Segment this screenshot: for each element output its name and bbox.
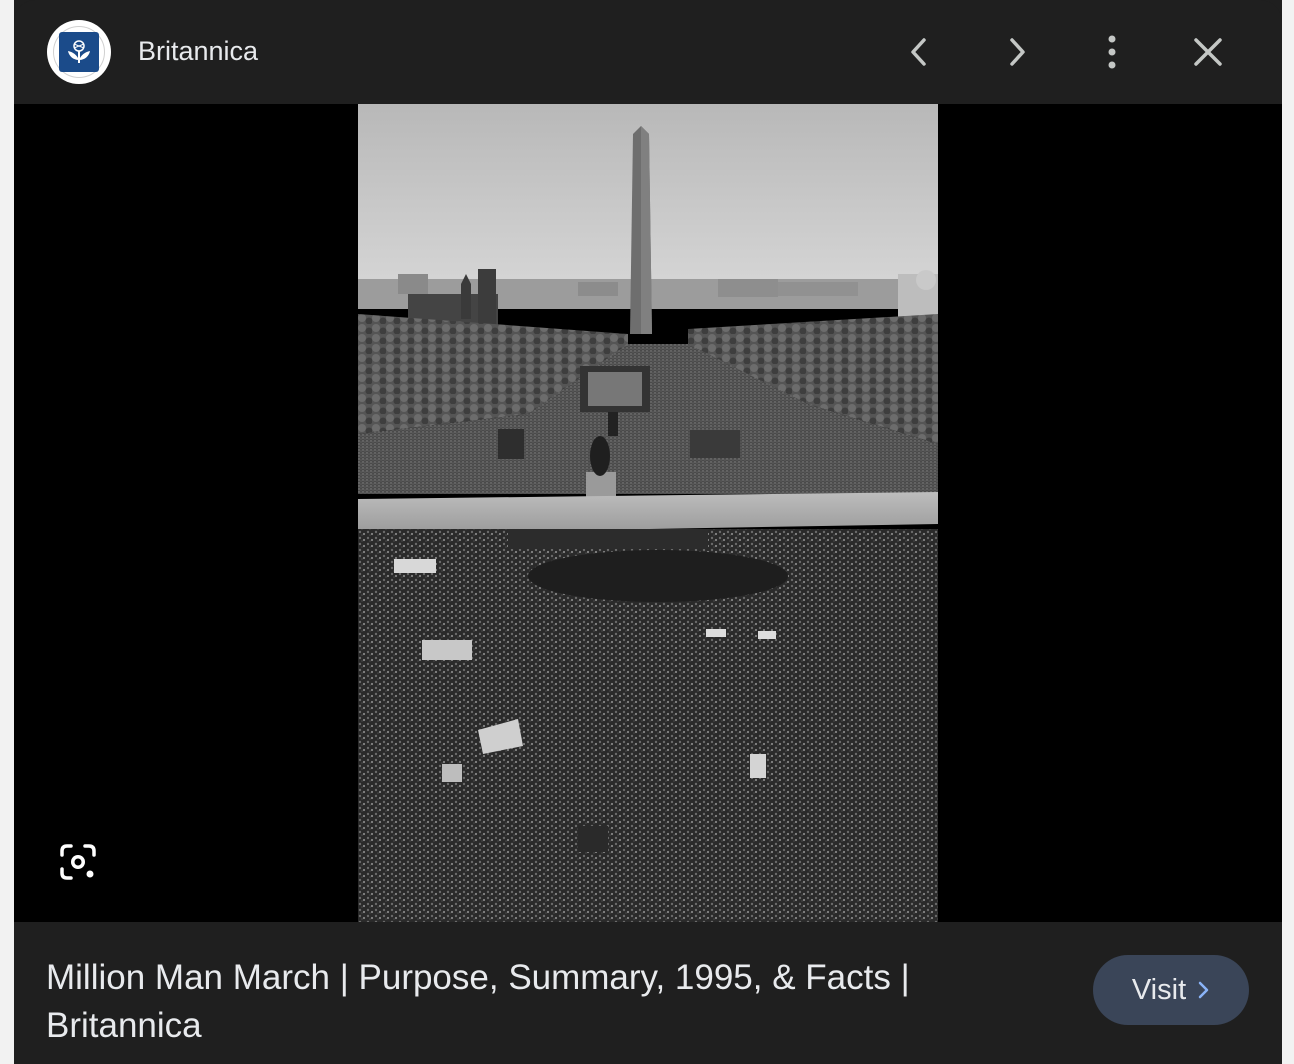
previous-button[interactable] — [896, 28, 944, 76]
britannica-thistle-icon — [59, 32, 99, 72]
chevron-left-icon — [911, 38, 926, 66]
page-margin-left — [0, 0, 14, 1064]
more-vert-icon — [1108, 35, 1116, 69]
image-title-link[interactable]: Million Man March | Purpose, Summary, 19… — [46, 954, 1046, 1050]
preview-image[interactable] — [358, 104, 938, 922]
visit-label: Visit — [1131, 973, 1187, 1006]
lens-search-button[interactable] — [54, 838, 102, 886]
lens-search-icon — [60, 844, 96, 880]
logo-ring — [53, 26, 105, 78]
image-preview-area — [14, 104, 1282, 922]
close-icon — [1194, 38, 1222, 66]
image-viewer-panel: Britannica Million Man March | Purpose, … — [14, 0, 1282, 1064]
close-button[interactable] — [1184, 28, 1232, 76]
visit-button[interactable]: Visit — [1093, 955, 1249, 1025]
page-margin-right — [1282, 0, 1294, 1064]
site-name[interactable]: Britannica — [138, 34, 258, 68]
image-info-footer: Million Man March | Purpose, Summary, 19… — [14, 922, 1282, 1064]
chevron-right-icon — [1196, 980, 1210, 1000]
site-logo[interactable] — [47, 20, 111, 84]
viewer-header: Britannica — [14, 0, 1282, 104]
more-options-button[interactable] — [1088, 28, 1136, 76]
next-button[interactable] — [992, 28, 1040, 76]
chevron-right-icon — [1010, 38, 1025, 66]
